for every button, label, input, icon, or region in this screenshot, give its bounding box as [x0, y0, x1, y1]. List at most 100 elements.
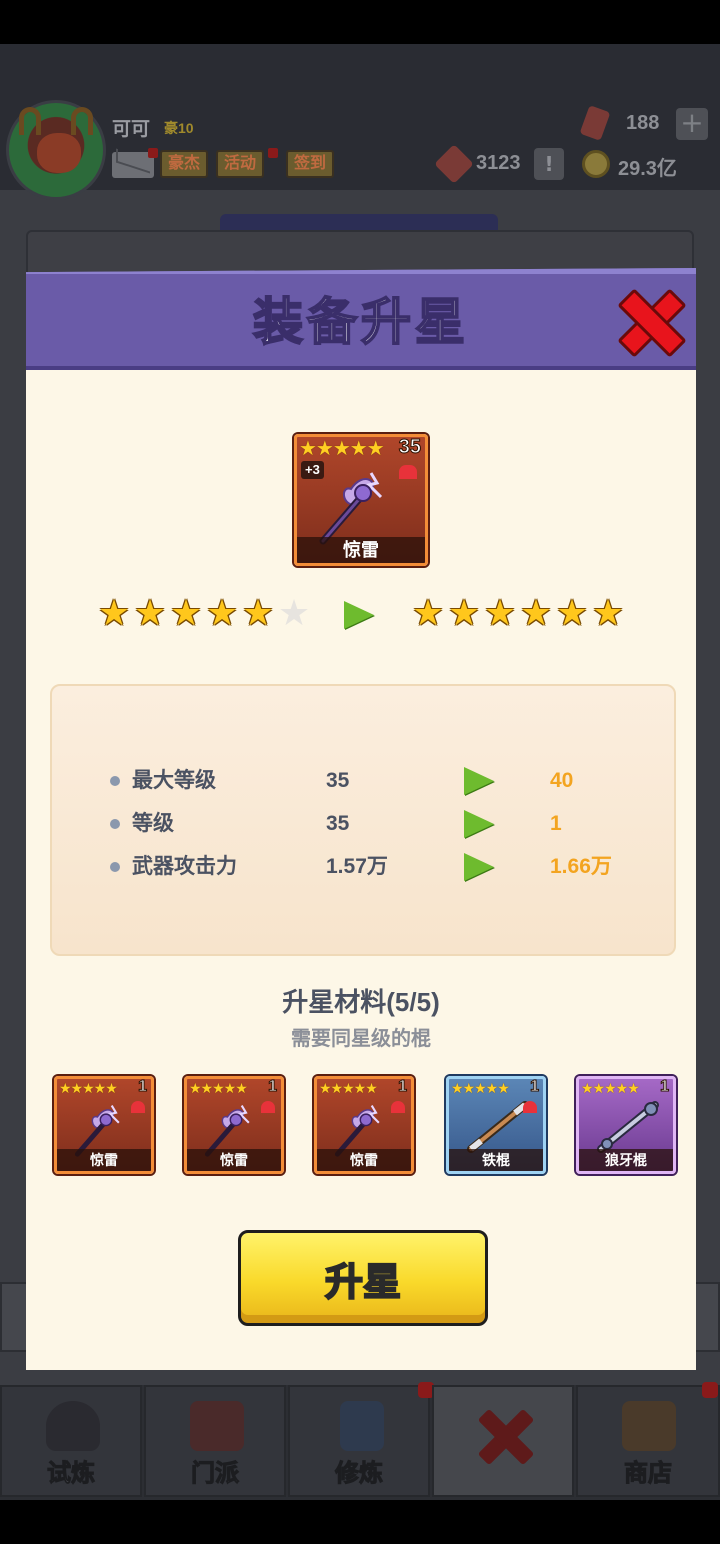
heroes-button[interactable]: 豪杰 [160, 150, 209, 178]
crossed-weapons-icon [478, 1409, 534, 1465]
heart-icon [261, 1101, 275, 1113]
stat-current: 35 [326, 769, 350, 792]
token-count: 3123 [476, 152, 521, 174]
star-icon: ★ [519, 593, 553, 634]
item-level: 1 [398, 1078, 408, 1096]
item-name: 惊雷 [297, 537, 425, 563]
item-name: 惊雷 [57, 1149, 151, 1171]
status-bar [0, 0, 720, 44]
item-name: 惊雷 [187, 1149, 281, 1171]
item-level: 1 [268, 1078, 278, 1096]
star-icon: ★ [483, 593, 517, 634]
upgrade-arrow-icon [344, 601, 374, 629]
materials-subtitle: 需要同星级的棍 [291, 1028, 431, 1050]
materials-title: 升星材料(5/5) [282, 987, 440, 1017]
heart-icon [131, 1101, 145, 1113]
stat-label: 等级 [132, 812, 174, 835]
bullet-icon [110, 819, 120, 829]
nav-label: 门派 [191, 1460, 240, 1488]
material-slot-1[interactable]: ★★★★★ 1 惊雷 [54, 1076, 154, 1174]
stat-next: 40 [550, 769, 574, 792]
top-bar [0, 44, 720, 194]
stat-row-max-level: 最大等级 35 40 [52, 764, 674, 798]
stat-label: 最大等级 [132, 769, 216, 792]
events-button[interactable]: 活动 [216, 150, 265, 178]
stat-row-attack: 武器攻击力 1.57万 1.66万 [52, 850, 674, 884]
star-icon: ★ [411, 593, 445, 634]
heart-icon [391, 1101, 405, 1113]
nav-tab-trials[interactable]: 试炼 [0, 1385, 142, 1497]
star-icon: ★ [591, 593, 625, 634]
nav-tab-shop[interactable]: 商店 [576, 1385, 720, 1497]
star-icon: ★ [205, 593, 239, 634]
material-slot-2[interactable]: ★★★★★ 1 惊雷 [184, 1076, 284, 1174]
material-slot-5[interactable]: ★★★★★ 1 狼牙棍 [576, 1076, 676, 1174]
navigation-bar [0, 1500, 720, 1544]
material-slot-4[interactable]: ★★★★★ 1 铁棍 [446, 1076, 546, 1174]
star-icon: ★ [169, 593, 203, 634]
item-level: 1 [138, 1078, 148, 1096]
nav-label: 试炼 [47, 1460, 96, 1488]
add-gems-button[interactable]: + [676, 108, 708, 140]
alert-button[interactable]: ! [534, 148, 564, 180]
mail-notification-dot [148, 148, 158, 158]
checkin-button[interactable]: 签到 [286, 150, 335, 178]
item-stars: ★★★★★ [581, 1081, 640, 1097]
player-name: 可可 [112, 119, 151, 140]
item-level: 1 [530, 1078, 540, 1096]
star-upgrade-button-label: 升星 [324, 1261, 402, 1305]
avatar-antler-left [19, 107, 41, 135]
item-stars: ★★★★★ [189, 1081, 248, 1097]
gem-count: 188 [626, 112, 660, 134]
nav-label: 商店 [624, 1460, 673, 1488]
player-avatar[interactable] [6, 100, 106, 200]
stat-current: 1.57万 [326, 855, 388, 878]
book-icon [340, 1401, 384, 1451]
close-button[interactable] [618, 288, 678, 350]
star-upgrade-button[interactable]: 升星 [238, 1230, 488, 1326]
item-stars: ★★★★★ [451, 1081, 510, 1097]
heart-icon [523, 1101, 537, 1113]
star-icon: ★ [241, 593, 275, 634]
item-name: 铁棍 [449, 1149, 543, 1171]
nav-label: 修炼 [335, 1460, 384, 1488]
heart-icon [399, 465, 417, 479]
star-icon: ★ [97, 593, 131, 634]
item-stars: ★★★★★ [299, 436, 385, 460]
star-icon: ★ [555, 593, 589, 634]
shop-notification-dot [702, 1382, 718, 1398]
item-name: 惊雷 [317, 1149, 411, 1171]
item-enhance-level: +3 [301, 461, 324, 479]
stat-row-level: 等级 35 1 [52, 807, 674, 841]
avatar-antler-right [71, 107, 93, 135]
stat-next: 1.66万 [550, 855, 612, 878]
avatar-face [37, 133, 81, 173]
arrow-icon [464, 810, 494, 838]
ninja-icon [46, 1401, 100, 1451]
nav-tab-sect[interactable]: 门派 [144, 1385, 286, 1497]
stat-label: 武器攻击力 [132, 855, 237, 878]
current-stars: ★ ★ ★ ★ ★ ★ [96, 596, 312, 632]
temple-icon [190, 1401, 244, 1451]
star-icon: ★ [447, 593, 481, 634]
item-level: 35 [398, 436, 421, 459]
bullet-icon [110, 862, 120, 872]
stat-next: 1 [550, 812, 562, 835]
star-icon: ★ [133, 593, 167, 634]
arrow-icon [464, 767, 494, 795]
stats-panel: 最大等级 35 40 等级 35 1 武器攻击力 1.57万 1.66万 [50, 684, 676, 956]
empty-star-icon: ★ [277, 593, 311, 634]
main-item-card[interactable]: ★★★★★ 35 +3 惊雷 [294, 434, 428, 566]
material-slot-3[interactable]: ★★★★★ 1 惊雷 [314, 1076, 414, 1174]
item-stars: ★★★★★ [59, 1081, 118, 1097]
nav-tab-cultivate[interactable]: 修炼 [288, 1385, 430, 1497]
gold-count: 29.3亿 [618, 158, 677, 180]
wolf-tooth-staff-icon [597, 1101, 659, 1153]
bullet-icon [110, 776, 120, 786]
nav-tab-equipment[interactable] [432, 1385, 574, 1497]
item-name: 狼牙棍 [579, 1149, 673, 1171]
stat-current: 35 [326, 812, 350, 835]
player-rank: 豪10 [164, 120, 194, 136]
next-stars: ★ ★ ★ ★ ★ ★ [410, 596, 626, 632]
item-stars: ★★★★★ [319, 1081, 378, 1097]
